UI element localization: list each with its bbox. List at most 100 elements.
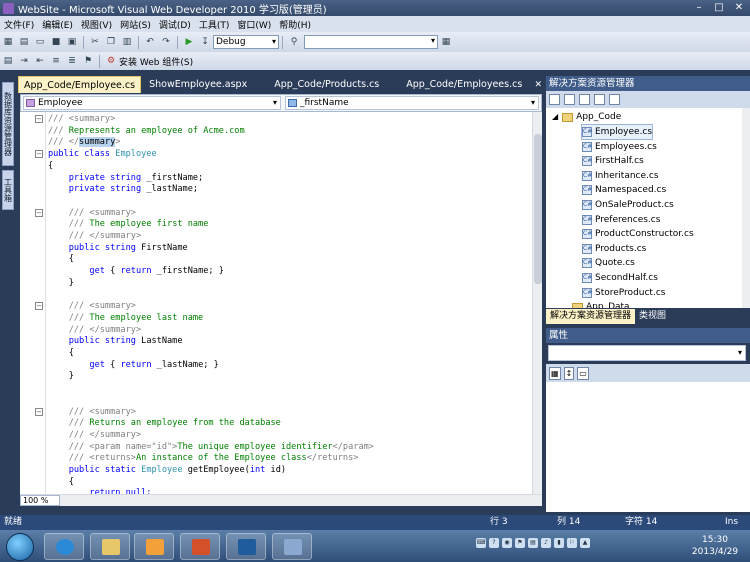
tree-file[interactable]: C# SecondHalf.cs xyxy=(582,271,658,285)
properties-object-dropdown[interactable] xyxy=(548,345,746,361)
tree-file[interactable]: C# StoreProduct.cs xyxy=(582,286,665,300)
editor-vertical-scrollbar[interactable] xyxy=(532,112,542,494)
tab-close-icon[interactable]: ✕ xyxy=(530,80,546,93)
undo-icon[interactable]: ↶ xyxy=(144,36,156,48)
clock[interactable]: 15:30 2013/4/29 xyxy=(690,534,740,558)
member-dropdown[interactable]: _firstName xyxy=(285,96,539,110)
tray-security-icon[interactable]: ⚑ xyxy=(515,538,525,548)
redo-icon[interactable]: ↷ xyxy=(160,36,172,48)
code-line[interactable]: /// <summary> xyxy=(48,207,136,219)
code-line[interactable]: public string FirstName xyxy=(48,242,188,254)
tab-solution-explorer[interactable]: 解决方案资源管理器 xyxy=(546,308,636,324)
taskbar-explorer[interactable] xyxy=(90,533,130,560)
outdent-icon[interactable]: ⇤ xyxy=(34,55,46,67)
code-line[interactable]: /// <summary> xyxy=(48,113,115,125)
menu-view[interactable]: 视图(V) xyxy=(77,18,116,31)
code-line[interactable]: /// <returns>An instance of the Employee… xyxy=(48,452,359,464)
code-line[interactable]: { xyxy=(48,476,74,488)
tab-employees-cs[interactable]: App_Code/Employees.cs xyxy=(401,76,527,93)
tab-products-cs[interactable]: App_Code/Products.cs xyxy=(269,76,384,93)
close-button[interactable]: ✕ xyxy=(730,1,748,14)
scroll-thumb[interactable] xyxy=(534,134,542,284)
code-editor[interactable]: − − − − − /// <summary>/// Represents an emp… xyxy=(20,112,532,494)
code-line[interactable]: /// The employee first name xyxy=(48,218,209,230)
property-pages-icon[interactable]: ▭ xyxy=(577,366,589,380)
tray-help-icon[interactable]: ? xyxy=(489,538,499,548)
find-icon[interactable]: ⚲ xyxy=(288,36,300,48)
install-web-components-button[interactable]: 安装 Web 组件(S) xyxy=(119,55,193,68)
taskbar-powerpoint[interactable] xyxy=(180,533,220,560)
code-line[interactable]: private string _lastName; xyxy=(48,183,198,195)
tree-file[interactable]: C# OnSaleProduct.cs xyxy=(582,198,674,212)
menu-file[interactable]: 文件(F) xyxy=(0,18,38,31)
code-line[interactable]: get { return _firstName; } xyxy=(48,265,224,277)
save-all-icon[interactable]: ▣ xyxy=(66,36,78,48)
menu-edit[interactable]: 编辑(E) xyxy=(38,18,77,31)
code-line[interactable]: } xyxy=(48,277,74,289)
alphabetical-icon[interactable]: ↕ xyxy=(563,366,575,380)
categorized-icon[interactable]: ▦ xyxy=(549,366,561,380)
step-icon[interactable]: ↧ xyxy=(199,36,211,48)
find-combobox[interactable] xyxy=(304,35,438,49)
view-code-icon[interactable] xyxy=(609,94,620,105)
menu-help[interactable]: 帮助(H) xyxy=(275,18,315,31)
tree-file[interactable]: C# Products.cs xyxy=(582,242,646,256)
properties-icon[interactable] xyxy=(549,94,560,105)
fold-toggle-icon[interactable]: − xyxy=(35,407,43,416)
tray-expand-icon[interactable]: ▲ xyxy=(580,538,590,548)
code-line[interactable]: public static Employee getEmployee(int i… xyxy=(48,464,286,476)
tree-folder-app-data[interactable]: App_Data xyxy=(572,300,630,308)
solution-tree[interactable]: ◢ App_Code C# Employee.cs C# Employees.cs C# F… xyxy=(546,108,742,308)
tree-file[interactable]: C# ProductConstructor.cs xyxy=(582,227,694,241)
show-all-icon[interactable] xyxy=(579,94,590,105)
code-line[interactable]: /// </summary> xyxy=(48,324,141,336)
code-line[interactable]: /// Returns an employee from the databas… xyxy=(48,417,281,429)
code-line[interactable]: public string LastName xyxy=(48,335,183,347)
tab-showemployee-aspx[interactable]: ShowEmployee.aspx xyxy=(144,76,252,93)
taskbar-media[interactable] xyxy=(134,533,174,560)
tree-file[interactable]: C# Employees.cs xyxy=(582,140,657,154)
open-icon[interactable]: ▭ xyxy=(34,36,46,48)
solution-explorer-icon[interactable]: ▦ xyxy=(440,36,452,48)
uncomment-icon[interactable]: ≣ xyxy=(66,55,78,67)
add-item-icon[interactable]: ▤ xyxy=(18,36,30,48)
code-line[interactable]: get { return _lastName; } xyxy=(48,359,218,371)
code-line[interactable]: private string _firstName; xyxy=(48,172,204,184)
refresh-icon[interactable] xyxy=(564,94,575,105)
menu-window[interactable]: 窗口(W) xyxy=(233,18,275,31)
tray-app-icon[interactable]: ◉ xyxy=(502,538,512,548)
tray-battery-icon[interactable]: ▮ xyxy=(554,538,564,548)
code-line[interactable]: return null; xyxy=(48,487,151,494)
menu-debug[interactable]: 调试(D) xyxy=(155,18,195,31)
paste-icon[interactable]: ▥ xyxy=(121,36,133,48)
taskbar-vwd[interactable] xyxy=(272,533,312,560)
code-line[interactable]: } xyxy=(48,370,74,382)
start-debug-icon[interactable]: ▶ xyxy=(183,36,195,48)
fold-toggle-icon[interactable]: − xyxy=(35,208,43,217)
code-line[interactable]: /// Represents an employee of Acme.com xyxy=(48,125,245,137)
zoom-dropdown[interactable]: 100 % xyxy=(20,495,60,506)
toolbox-tab[interactable]: 工具箱 xyxy=(2,170,14,210)
tree-file[interactable]: C# FirstHalf.cs xyxy=(582,154,644,168)
bookmark-icon[interactable]: ⚑ xyxy=(82,55,94,67)
format-icon[interactable]: ▤ xyxy=(2,55,14,67)
copy-icon[interactable]: ❐ xyxy=(105,36,117,48)
code-line[interactable]: { xyxy=(48,160,53,172)
code-line[interactable]: { xyxy=(48,253,74,265)
code-line[interactable]: /// </summary> xyxy=(48,136,120,148)
tab-class-view[interactable]: 类视图 xyxy=(635,309,670,324)
solution-scrollbar[interactable] xyxy=(742,108,750,308)
class-dropdown[interactable]: Employee xyxy=(23,96,281,110)
tree-file[interactable]: C# Quote.cs xyxy=(582,256,635,270)
code-line[interactable]: /// <summary> xyxy=(48,406,136,418)
code-line[interactable]: /// </summary> xyxy=(48,230,141,242)
fold-toggle-icon[interactable]: − xyxy=(35,115,43,123)
tree-file[interactable]: C# Employee.cs xyxy=(580,124,654,140)
taskbar-ie[interactable] xyxy=(44,533,84,560)
indent-icon[interactable]: ⇥ xyxy=(18,55,30,67)
tree-file[interactable]: C# Inheritance.cs xyxy=(582,169,659,183)
code-line[interactable]: /// The employee last name xyxy=(48,312,204,324)
code-line[interactable]: /// <summary> xyxy=(48,300,136,312)
tray-network-icon[interactable]: ▤ xyxy=(528,538,538,548)
tray-volume-icon[interactable]: ♪ xyxy=(541,538,551,548)
